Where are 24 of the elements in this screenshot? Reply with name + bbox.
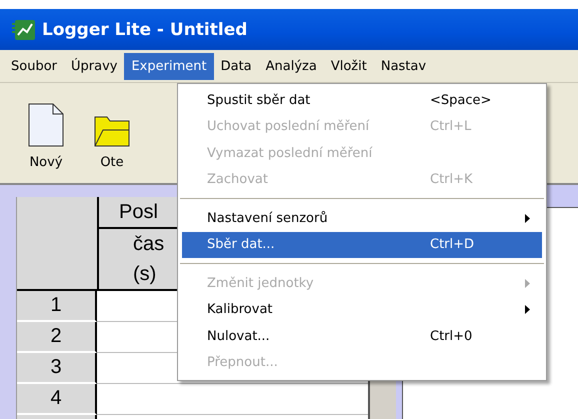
menu-item[interactable]: Analýza [258,52,324,80]
menu-option[interactable]: Nastavení senzorů [178,205,546,232]
document-icon [28,103,64,147]
menu-item[interactable]: Nastav [374,52,434,80]
menu-option[interactable]: Kalibrovat [178,296,546,323]
menu-option[interactable]: Sběr dat... Ctrl+D [182,232,542,258]
menu-item[interactable]: Vložit [324,52,374,80]
app-icon [12,18,36,40]
open-button[interactable]: Ote [94,103,130,170]
menu-option[interactable]: Spustit sběr dat <Space> [178,87,546,114]
window-title: Logger Lite - Untitled [42,20,248,40]
row-number: 2 [17,322,97,353]
new-button[interactable]: Nový [28,103,64,170]
column-header: čas [133,232,164,257]
menu-item[interactable]: Soubor [4,52,64,80]
column-header: (s) [133,262,156,287]
menu-item[interactable]: Úpravy [64,52,124,80]
menu-item[interactable]: Experiment [124,52,214,80]
column-header: Posl [119,200,158,225]
menu-option[interactable]: Nulovat... Ctrl+0 [178,323,546,350]
row-number: 3 [17,353,97,384]
menu-item[interactable]: Data [214,52,259,80]
row-number: 4 [17,384,97,415]
row-number: 1 [17,291,97,322]
